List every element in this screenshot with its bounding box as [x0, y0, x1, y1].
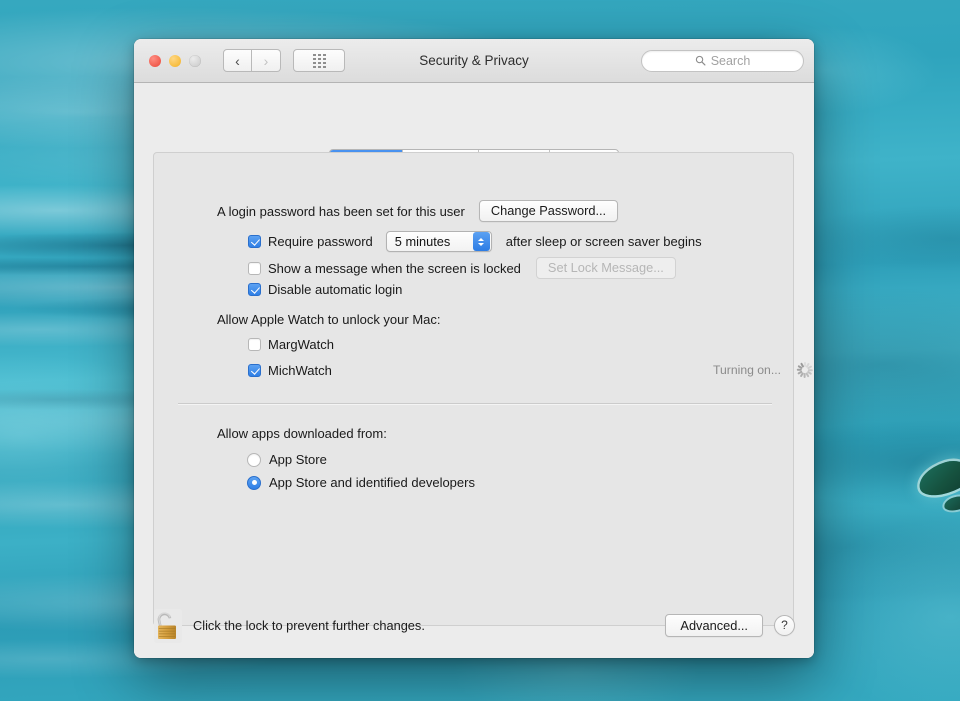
advanced-button[interactable]: Advanced...: [665, 614, 763, 637]
require-password-label: Require password: [268, 234, 373, 249]
allow-apps-heading: Allow apps downloaded from:: [217, 426, 387, 441]
allow-apps-section: Allow apps downloaded from:: [217, 426, 387, 441]
desktop-background: ‹ › Security & Privacy Search: [0, 0, 960, 701]
progress-spinner-icon: [797, 362, 813, 378]
lock-hint-text: Click the lock to prevent further change…: [193, 618, 425, 633]
identified-developers-label: App Store and identified developers: [269, 475, 475, 490]
set-lock-message-button: Set Lock Message...: [536, 257, 676, 279]
interval-value: 5 minutes: [395, 234, 471, 249]
show-lock-message-checkbox[interactable]: [248, 262, 261, 275]
disable-auto-login-checkbox[interactable]: [248, 283, 261, 296]
window-body: General FileVault Firewall Privacy A log…: [134, 83, 814, 658]
minimize-button[interactable]: [169, 55, 181, 67]
window-bottom-bar: Click the lock to prevent further change…: [134, 592, 814, 658]
show-lock-message-label: Show a message when the screen is locked: [268, 261, 521, 276]
traffic-light-buttons: [149, 55, 201, 67]
require-password-suffix: after sleep or screen saver begins: [506, 234, 702, 249]
lock-open-icon: [154, 609, 182, 643]
radio-row-app-store[interactable]: App Store: [247, 452, 327, 467]
show-all-button[interactable]: [293, 49, 345, 72]
apple-watch-heading: Allow Apple Watch to unlock your Mac:: [217, 312, 441, 327]
chevron-right-icon: ›: [264, 54, 269, 68]
window-titlebar: ‹ › Security & Privacy Search: [134, 39, 814, 83]
login-password-row: A login password has been set for this u…: [217, 200, 618, 222]
apple-watch-section: Allow Apple Watch to unlock your Mac:: [217, 312, 441, 327]
watch-row-michwatch: MichWatch Turning on...: [248, 362, 813, 378]
michwatch-checkbox[interactable]: [248, 364, 261, 377]
lock-button[interactable]: [153, 607, 183, 643]
michwatch-label: MichWatch: [268, 363, 332, 378]
show-lock-message-row: Show a message when the screen is locked…: [248, 257, 676, 279]
require-password-interval-select[interactable]: 5 minutes: [386, 231, 492, 252]
forward-button: ›: [252, 49, 281, 72]
michwatch-status: Turning on...: [713, 363, 781, 377]
general-pane: A login password has been set for this u…: [153, 152, 794, 626]
change-password-button[interactable]: Change Password...: [479, 200, 618, 222]
identified-developers-radio[interactable]: [247, 476, 261, 490]
security-privacy-window: ‹ › Security & Privacy Search: [134, 39, 814, 658]
chevron-left-icon: ‹: [235, 54, 240, 68]
navigation-buttons: ‹ ›: [223, 49, 281, 72]
require-password-checkbox[interactable]: [248, 235, 261, 248]
app-store-label: App Store: [269, 452, 327, 467]
back-button[interactable]: ‹: [223, 49, 252, 72]
login-password-status: A login password has been set for this u…: [217, 204, 465, 219]
grid-icon: [313, 54, 326, 68]
require-password-row: Require password 5 minutes after sleep o…: [248, 231, 702, 252]
margwatch-label: MargWatch: [268, 337, 334, 352]
app-store-radio[interactable]: [247, 453, 261, 467]
help-button[interactable]: ?: [774, 615, 795, 636]
radio-row-identified-developers[interactable]: App Store and identified developers: [247, 475, 475, 490]
chevron-updown-icon: [473, 232, 490, 251]
disable-auto-login-row: Disable automatic login: [248, 282, 402, 297]
zoom-button: [189, 55, 201, 67]
search-placeholder: Search: [711, 54, 751, 68]
close-button[interactable]: [149, 55, 161, 67]
margwatch-checkbox[interactable]: [248, 338, 261, 351]
section-divider: [178, 403, 772, 404]
search-field[interactable]: Search: [641, 50, 804, 72]
search-icon: [695, 55, 706, 66]
disable-auto-login-label: Disable automatic login: [268, 282, 402, 297]
watch-row-margwatch: MargWatch: [248, 337, 334, 352]
